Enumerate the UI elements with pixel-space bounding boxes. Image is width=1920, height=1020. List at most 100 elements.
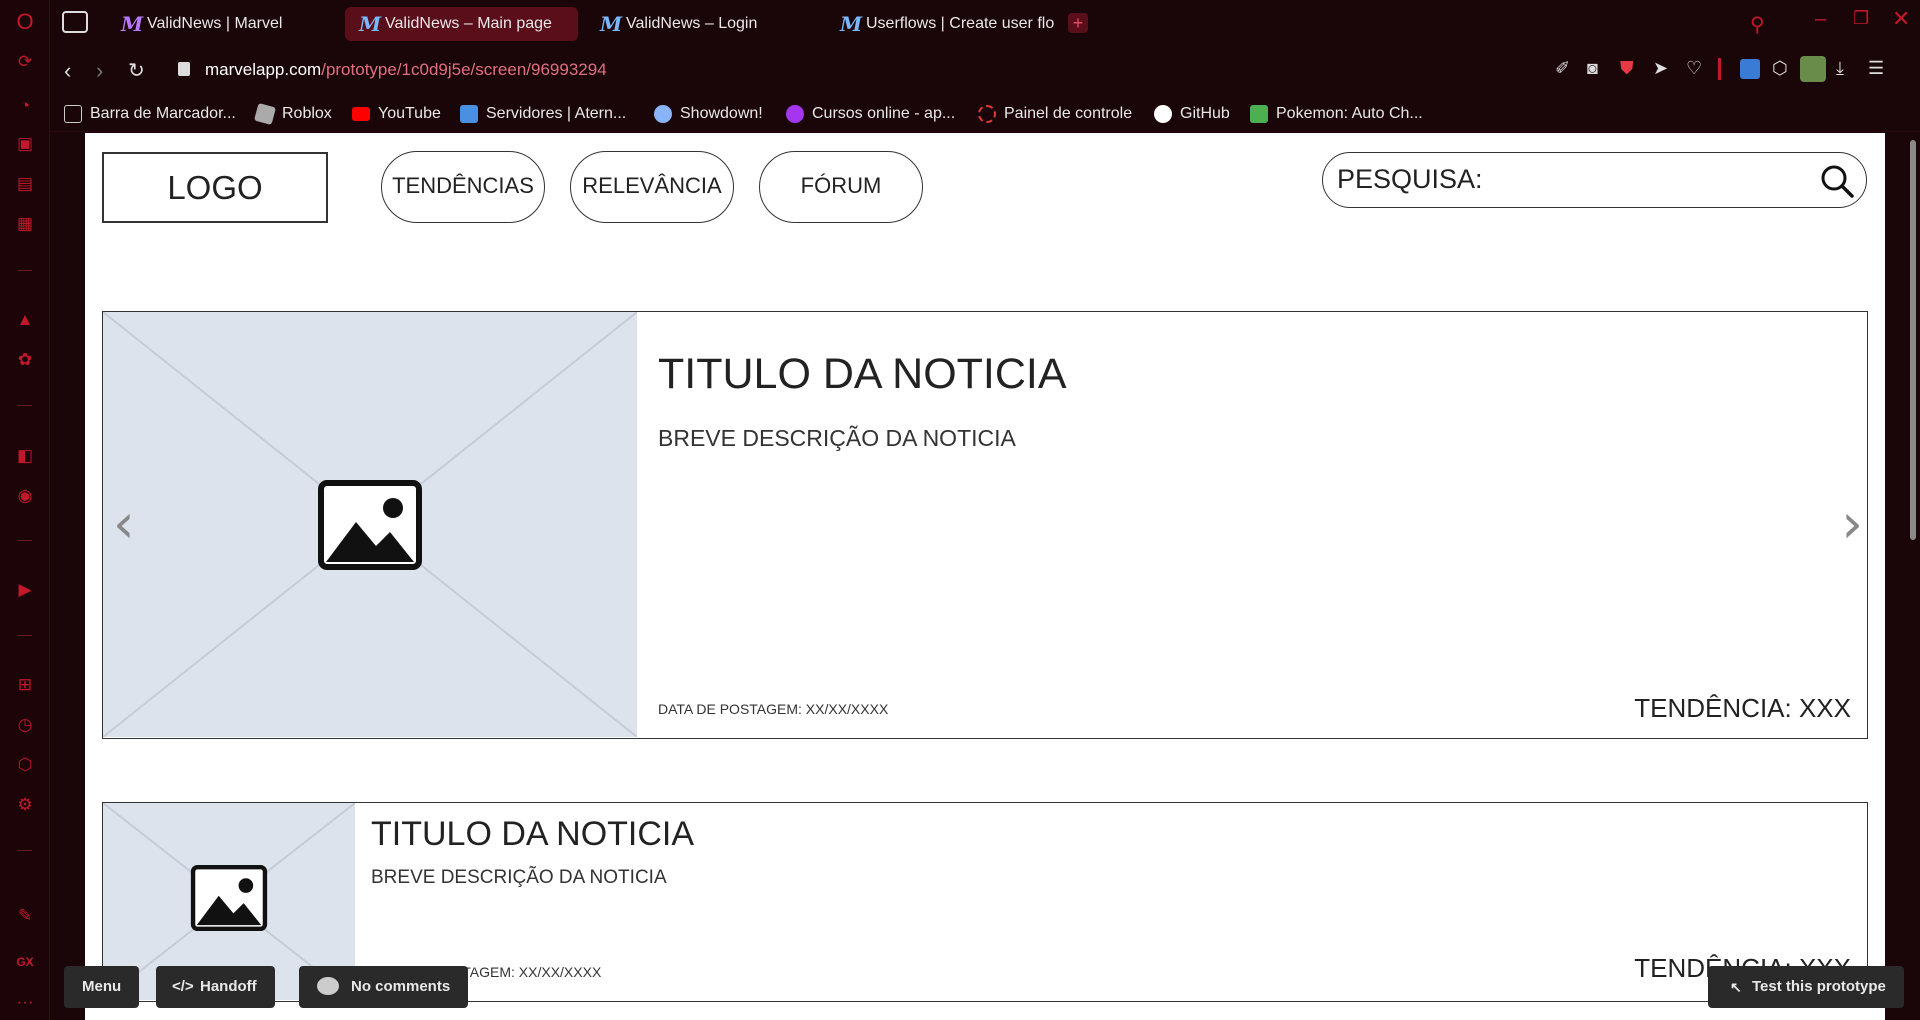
bookmark-roblox[interactable]: Roblox <box>253 102 332 126</box>
sidebar-divider <box>18 850 32 851</box>
reload-icon[interactable]: ↻ <box>128 58 145 83</box>
nav-relevancia[interactable]: RELEVÂNCIA <box>570 151 734 223</box>
search-input[interactable]: PESQUISA: <box>1322 152 1867 208</box>
minimize-button[interactable]: – <box>1815 8 1826 31</box>
news-description: BREVE DESCRIÇÃO DA NOTICIA <box>371 867 667 888</box>
bookmark-pokemon[interactable]: Pokemon: Auto Ch... <box>1250 102 1423 126</box>
chatgpt-icon[interactable]: ✿ <box>13 348 37 372</box>
gx-control-icon[interactable]: ▣ <box>13 132 37 156</box>
tab-search-icon[interactable]: ⚲ <box>1750 12 1765 37</box>
sidebar-divider <box>18 540 32 541</box>
cube-icon[interactable]: ⬡ <box>1772 58 1788 79</box>
marvel-icon: M <box>600 12 623 36</box>
pokemon-icon <box>1250 105 1268 123</box>
pokeball-icon <box>654 105 672 123</box>
search-icon[interactable] <box>1819 163 1855 199</box>
bookmark-showdown[interactable]: Showdown! <box>654 102 763 126</box>
nav-tendencias[interactable]: TENDÊNCIAS <box>381 151 545 223</box>
lock-icon <box>178 62 190 76</box>
bookmark-udemy[interactable]: Cursos online - ap... <box>786 102 955 126</box>
bookmark-github[interactable]: GitHub <box>1154 102 1230 126</box>
close-window-button[interactable]: ✕ <box>1892 6 1910 32</box>
bookmark-youtube[interactable]: YouTube <box>352 102 441 126</box>
bookmark-painel[interactable]: Painel de controle <box>978 102 1132 126</box>
featured-image-placeholder: ‹ <box>103 312 637 737</box>
toolbar-divider <box>1718 58 1721 80</box>
pencil-icon[interactable]: ✎ <box>13 904 37 928</box>
marvel-icon: M <box>840 12 863 36</box>
send-icon[interactable]: ➤ <box>1653 58 1668 79</box>
settings-icon[interactable]: ⚙ <box>13 793 37 817</box>
translate-icon[interactable] <box>1740 59 1760 79</box>
nav-forum[interactable]: FÓRUM <box>759 151 923 223</box>
test-prototype-button[interactable]: ↖ Test this prototype <box>1708 966 1904 1008</box>
image-icon <box>190 865 268 931</box>
sync-icon[interactable]: ⟳ <box>13 50 37 74</box>
featured-date: DATA DE POSTAGEM: XX/XX/XXXX <box>658 701 889 717</box>
restore-button[interactable]: ❐ <box>1853 8 1869 29</box>
gx-corner-icon[interactable]: ▤ <box>13 172 37 196</box>
prototype-page: LOGO TENDÊNCIAS RELEVÂNCIA FÓRUM PESQUIS… <box>85 133 1885 1020</box>
featured-title: TITULO DA NOTICIA <box>658 350 1067 398</box>
extensions-icon[interactable]: ⬡ <box>13 753 37 777</box>
udemy-icon <box>786 105 804 123</box>
whatsapp-icon[interactable]: ◉ <box>13 484 37 508</box>
panel-icon <box>978 105 996 123</box>
history-icon[interactable]: ◷ <box>13 713 37 737</box>
folder-icon <box>64 105 82 123</box>
scrollbar-thumb[interactable] <box>1910 140 1916 540</box>
speedometer-icon[interactable]: ◔ <box>13 94 37 118</box>
github-icon <box>1154 105 1172 123</box>
bookmarks-bar: Barra de Marcador... Roblox YouTube Serv… <box>50 96 1920 132</box>
url-field[interactable]: marvelapp.com/prototype/1c0d9j5e/screen/… <box>205 60 607 80</box>
search-label: PESQUISA: <box>1337 164 1483 194</box>
snapshot-edit-icon[interactable]: ✐ <box>1555 58 1570 79</box>
easy-setup-icon[interactable]: ☰ <box>1868 58 1884 79</box>
bookmark-aternos[interactable]: Servidores | Atern... <box>460 102 626 126</box>
more-icon[interactable]: ··· <box>13 990 37 1014</box>
favorite-icon[interactable]: ♡ <box>1686 58 1702 79</box>
comments-button[interactable]: No comments <box>299 966 469 1008</box>
avatar[interactable] <box>1800 56 1826 82</box>
opera-logo-icon[interactable]: O <box>13 10 37 34</box>
menu-button[interactable]: Menu <box>64 966 140 1008</box>
gx-icon[interactable]: GX <box>13 950 37 974</box>
handoff-button[interactable]: </> Handoff <box>156 966 275 1008</box>
apps-icon[interactable]: ⊞ <box>13 673 37 697</box>
tab-validnews-main[interactable]: M ValidNews – Main page <box>345 7 578 41</box>
code-icon: </> <box>172 978 194 995</box>
youtube-icon <box>352 107 370 121</box>
camera-icon[interactable]: ◙ <box>1587 58 1598 79</box>
forward-icon[interactable]: › <box>96 58 103 84</box>
news-title: TITULO DA NOTICIA <box>371 815 695 853</box>
sidebar-divider <box>18 405 32 406</box>
address-bar: ‹ › ↻ marvelapp.com/prototype/1c0d9j5e/s… <box>50 46 1920 96</box>
browser-sidebar: O ⟳ ◔ ▣ ▤ ▦ ▲ ✿ ◧ ◉ ▶ ⊞ ◷ ⬡ ⚙ ✎ GX ··· <box>0 0 50 1020</box>
aria-icon[interactable]: ▲ <box>13 308 37 332</box>
new-tab-button[interactable]: + <box>1068 13 1088 33</box>
featured-news-card[interactable]: ‹ TITULO DA NOTICIA BREVE DESCRIÇÃO DA N… <box>102 311 1868 739</box>
adblock-shield-icon[interactable]: ⛊ <box>1620 58 1634 79</box>
twitch-icon[interactable]: ◧ <box>13 444 37 468</box>
memory-icon[interactable]: ▦ <box>13 212 37 236</box>
player-icon[interactable]: ▶ <box>13 578 37 602</box>
roblox-icon <box>253 102 277 126</box>
tab-validnews-marvel[interactable]: M ValidNews | Marvel <box>107 7 327 41</box>
bookmark-folder[interactable]: Barra de Marcador... <box>64 102 236 126</box>
sidebar-divider <box>18 270 32 271</box>
back-icon[interactable]: ‹ <box>64 58 71 84</box>
featured-trend: TENDÊNCIA: XXX <box>1634 693 1851 723</box>
comment-icon <box>317 977 339 995</box>
workspaces-icon[interactable] <box>62 11 88 33</box>
logo[interactable]: LOGO <box>102 152 328 223</box>
marvel-icon: M <box>121 12 144 36</box>
carousel-next-icon[interactable]: › <box>1841 492 1863 555</box>
tab-userflows[interactable]: M Userflows | Create user flo <box>826 7 1066 41</box>
carousel-prev-icon[interactable]: ‹ <box>113 492 135 555</box>
download-icon[interactable]: ⤓ <box>1836 58 1844 79</box>
featured-description: BREVE DESCRIÇÃO DA NOTICIA <box>658 425 1016 451</box>
marvel-icon: M <box>359 12 382 36</box>
tab-validnews-login[interactable]: M ValidNews – Login <box>586 7 806 41</box>
sidebar-divider <box>18 635 32 636</box>
image-icon <box>318 480 422 570</box>
